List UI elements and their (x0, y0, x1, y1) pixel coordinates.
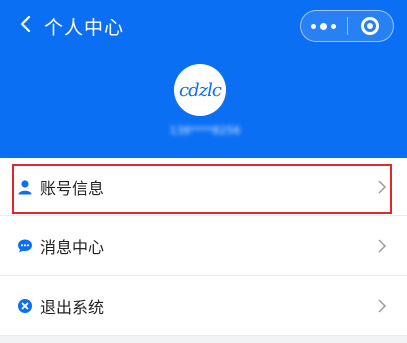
menu-item-label: 消息中心 (40, 237, 105, 257)
target-circle-icon (361, 17, 380, 35)
menu-list: 账号信息 消息中心 退出系统 (0, 158, 407, 336)
chevron-right-icon (378, 298, 387, 313)
menu-item-logout[interactable]: 退出系统 (0, 276, 407, 336)
chevron-right-icon (378, 179, 387, 194)
menu-item-message-center[interactable]: 消息中心 (0, 216, 407, 276)
chevron-left-icon (20, 15, 31, 33)
chevron-right-icon (378, 238, 387, 253)
phone-number: 138****8256 (169, 124, 241, 137)
avatar[interactable]: cdzlc (174, 64, 226, 116)
back-button[interactable] (12, 10, 40, 38)
more-button[interactable] (301, 11, 347, 41)
message-icon (17, 238, 33, 254)
menu-item-label: 退出系统 (40, 297, 105, 317)
more-dots-icon (311, 22, 337, 30)
logout-x-icon (17, 298, 33, 314)
close-button[interactable] (348, 11, 394, 41)
header-bar: 个人中心 cdzlc 138****8256 (0, 0, 407, 158)
page-title: 个人中心 (44, 17, 125, 39)
menu-item-account-info[interactable]: 账号信息 (0, 158, 407, 216)
avatar-logo-text: cdzlc (179, 79, 222, 101)
mini-program-capsule (300, 10, 394, 42)
menu-item-label: 账号信息 (40, 178, 105, 198)
user-icon (17, 179, 33, 195)
